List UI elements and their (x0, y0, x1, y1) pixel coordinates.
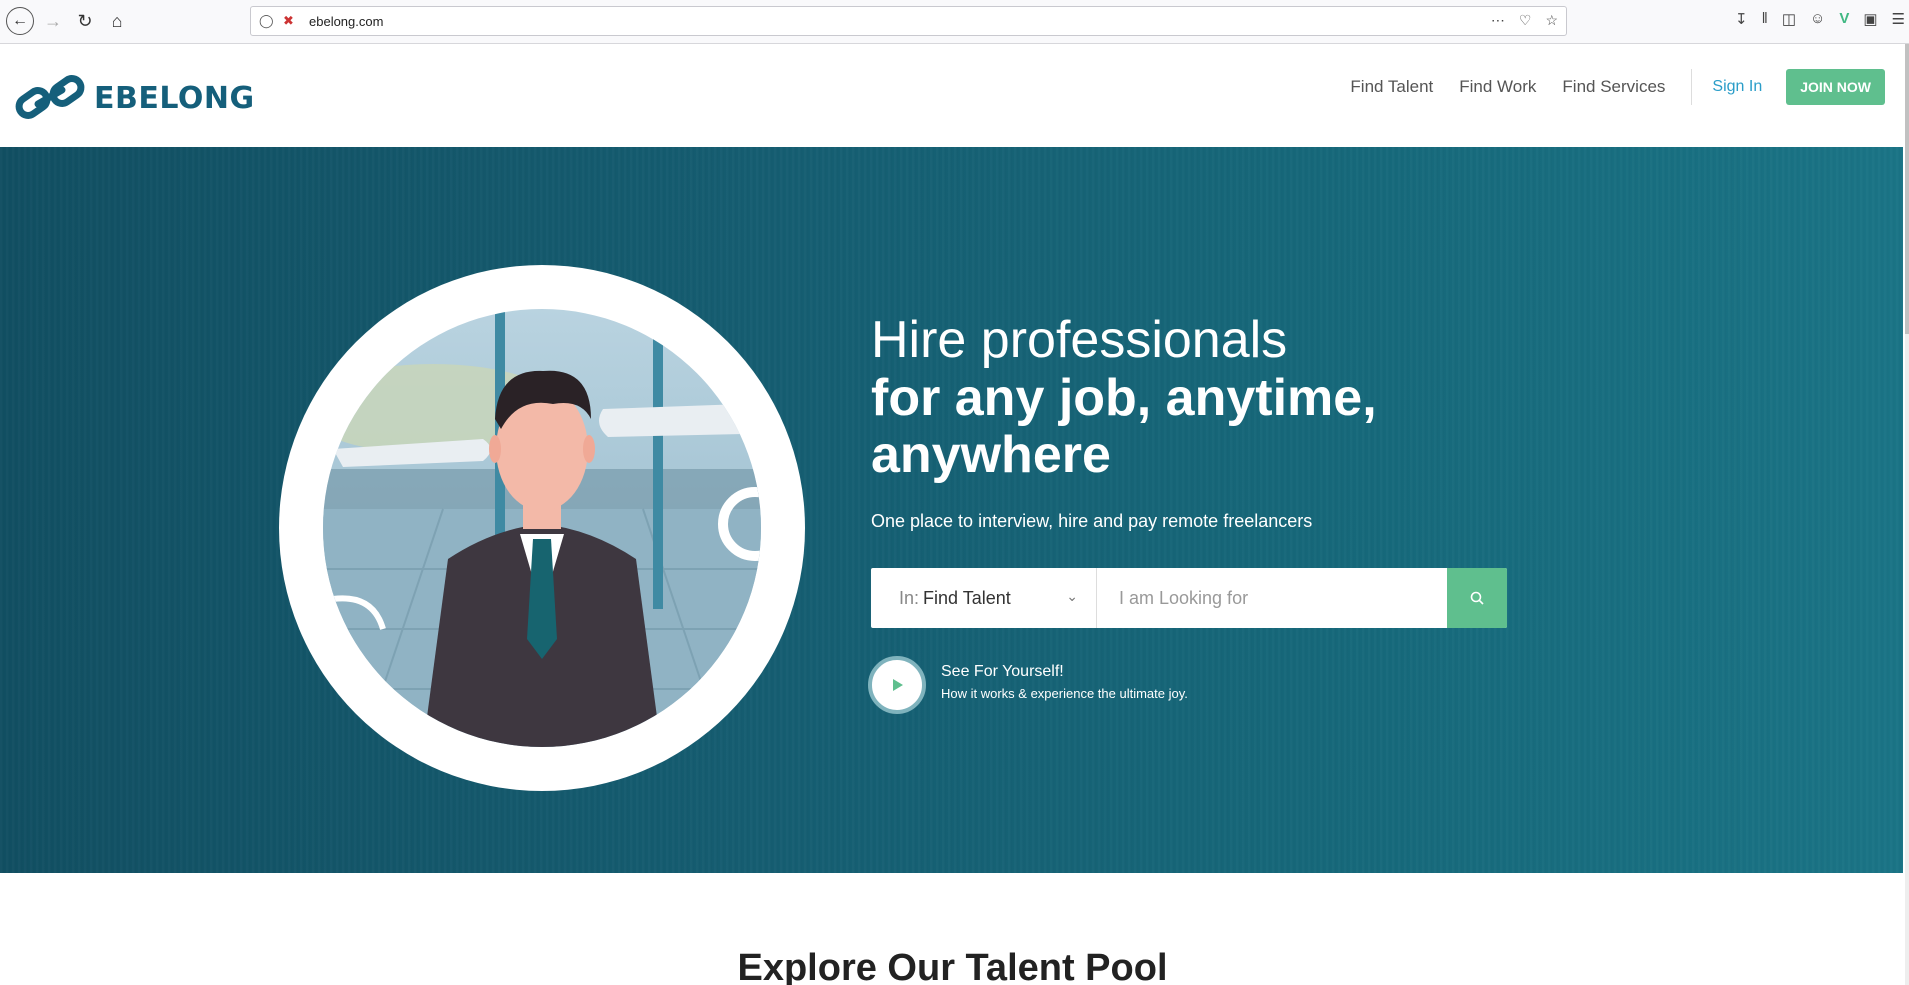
talent-pool-heading: Explore Our Talent Pool (737, 947, 1168, 985)
shield-icon[interactable]: ◯ (259, 13, 274, 29)
site-header: EBELONG Find Talent Find Work Find Servi… (0, 44, 1905, 147)
account-icon[interactable]: ☺ (1810, 10, 1825, 28)
search-selected-value: Find Talent (923, 587, 1011, 608)
menu-icon[interactable]: ☰ (1892, 10, 1905, 28)
hero-image-frame (279, 265, 805, 791)
insecure-lock-icon[interactable]: ✖ (283, 13, 294, 29)
vue-devtools-icon[interactable]: V (1839, 10, 1849, 28)
nav-divider (1691, 69, 1693, 105)
search-icon (1470, 591, 1484, 605)
extension-icon[interactable]: ▣ (1863, 10, 1877, 28)
businessman-illustration (323, 309, 761, 747)
join-now-button[interactable]: JOIN NOW (1786, 69, 1885, 105)
main-nav: Find Talent Find Work Find Services Sign… (1350, 69, 1905, 105)
hero-subtitle: One place to interview, hire and pay rem… (871, 511, 1313, 531)
home-icon[interactable]: ⌂ (104, 8, 130, 34)
video-subtitle: How it works & experience the ultimate j… (941, 686, 1188, 701)
play-icon (893, 679, 903, 691)
video-title[interactable]: See For Yourself! (941, 663, 1064, 681)
library-icon[interactable]: ‖ (1762, 10, 1768, 28)
hero-title-bold: for any job, anytime, anywhere (871, 369, 1377, 484)
reload-icon[interactable]: ↻ (72, 8, 98, 34)
page-scrollbar[interactable] (1905, 44, 1909, 985)
browser-toolbar: ← → ↻ ⌂ ◯ ✖ ebelong.com ⋯ ♡ ☆ ↧ ‖ ◫ ☺ V … (0, 0, 1909, 44)
logo-text: EBELONG (94, 80, 255, 116)
address-bar[interactable]: ◯ ✖ ebelong.com ⋯ ♡ ☆ (250, 6, 1567, 36)
chevron-down-icon: ⌄ (1066, 588, 1078, 604)
hero-title-light: Hire professionals (871, 311, 1288, 369)
download-icon[interactable]: ↧ (1735, 10, 1748, 28)
scrollbar-thumb[interactable] (1905, 44, 1909, 334)
sign-in-link[interactable]: Sign In (1712, 78, 1762, 96)
chain-logo-icon (15, 75, 85, 119)
forward-icon[interactable]: → (40, 8, 66, 34)
page-actions-icon[interactable]: ⋯ (1491, 12, 1505, 29)
bookmark-star-icon[interactable]: ☆ (1545, 12, 1558, 29)
search-bar: In: Find Talent ⌄ (871, 568, 1507, 628)
nav-find-services[interactable]: Find Services (1562, 77, 1665, 97)
search-button[interactable] (1447, 568, 1507, 628)
nav-find-talent[interactable]: Find Talent (1350, 77, 1433, 97)
back-icon[interactable]: ← (6, 7, 34, 35)
sidebar-icon[interactable]: ◫ (1782, 10, 1796, 28)
search-prefix: In: (899, 587, 920, 608)
pocket-icon[interactable]: ♡ (1519, 12, 1532, 29)
play-video-button[interactable] (868, 656, 926, 714)
url-text[interactable]: ebelong.com (309, 14, 383, 29)
logo[interactable]: EBELONG (14, 70, 255, 126)
search-category-select[interactable]: In: Find Talent ⌄ (871, 568, 1097, 628)
nav-find-work[interactable]: Find Work (1459, 77, 1536, 97)
search-input[interactable] (1097, 568, 1447, 628)
hero-section: Hire professionals for any job, anytime,… (0, 147, 1903, 873)
